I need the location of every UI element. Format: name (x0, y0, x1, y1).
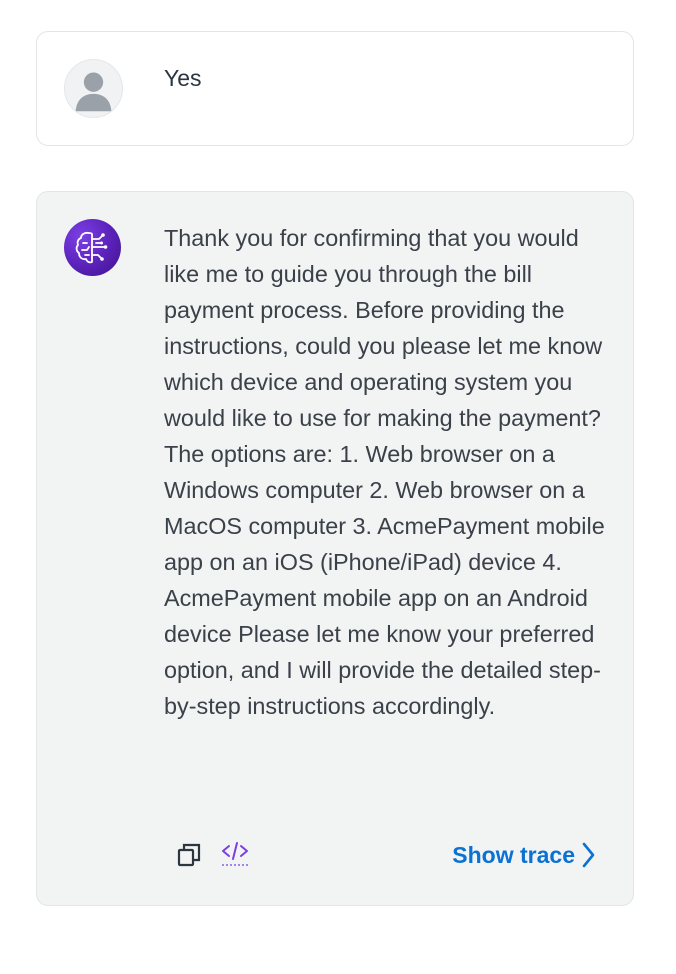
message-actions (174, 837, 266, 873)
ai-brain-icon (64, 219, 121, 276)
user-message-card: Yes (36, 31, 634, 146)
show-trace-label: Show trace (452, 841, 575, 868)
assistant-message-text: Thank you for confirming that you would … (164, 225, 605, 719)
chevron-right-icon (582, 842, 595, 868)
assistant-message-card: Thank you for confirming that you would … (36, 191, 634, 906)
copy-icon[interactable] (174, 840, 204, 870)
user-avatar-icon (64, 59, 123, 118)
user-message-text: Yes (164, 65, 202, 91)
show-trace-button[interactable]: Show trace (452, 837, 595, 873)
code-icon[interactable] (220, 840, 250, 870)
